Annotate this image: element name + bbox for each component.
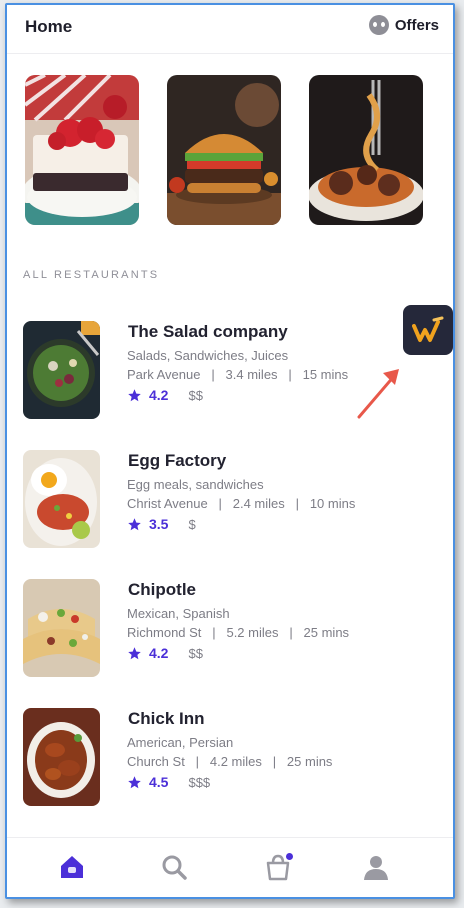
pointer-arrow-icon [357,369,399,419]
home-icon [61,856,83,878]
spaghetti-image [309,75,423,225]
cart-notification-dot [286,853,293,860]
spaghetti-banner[interactable] [309,75,423,225]
restaurant-rating: 3.5 [149,516,169,532]
rating-row: 4.2 $$ [127,645,203,661]
rating-row: 4.5 $$$ [127,774,210,790]
restaurant-location-info: Church St | 4.2 miles | 25 mins [127,754,333,769]
restaurant-name: Egg Factory [128,451,227,470]
restaurant-cuisine: American, Persian [127,735,234,750]
restaurant-card[interactable]: Chipotle Mexican, Spanish Richmond St | … [7,575,453,704]
restaurant-location-info: Christ Avenue | 2.4 miles | 10 mins [127,496,356,511]
tab-profile[interactable] [361,852,391,882]
tab-home[interactable] [57,852,87,882]
restaurant-name: Chick Inn [128,709,205,728]
restaurant-thumbnail [23,450,100,548]
rating-row: 4.2 $$ [127,387,203,403]
offers-label: Offers [394,16,439,34]
restaurant-cuisine: Salads, Sandwiches, Juices [127,348,289,363]
top-bar: Home Offers [7,5,453,49]
restaurant-location-info: Richmond St | 5.2 miles | 25 mins [127,625,350,640]
rating-row: 3.5 $ [127,516,196,532]
tab-search[interactable] [159,852,189,882]
restaurant-rating: 4.5 [149,774,169,790]
section-label: ALL RESTAURANTS [23,269,160,281]
restaurant-price: $ [188,516,196,532]
badge-logo-icon [412,316,444,342]
star-icon [128,388,141,401]
restaurant-card[interactable]: Chick Inn American, Persian Church St | … [7,704,453,833]
star-icon [128,517,141,530]
floating-app-badge[interactable] [403,305,453,355]
restaurant-price: $$ [188,645,203,661]
cake-dessert-banner[interactable] [25,75,139,225]
restaurant-thumbnail [23,321,100,419]
restaurant-name: The Salad company [128,322,288,341]
restaurant-rating: 4.2 [149,645,169,661]
restaurant-price: $$ [188,387,203,403]
burger-banner[interactable] [167,75,281,225]
cake-dessert-image [25,75,139,225]
burger-image [167,75,281,225]
offers-icon [368,15,389,35]
restaurant-rating: 4.2 [149,387,169,403]
search-icon [162,855,187,880]
offers-button[interactable]: Offers [368,15,439,35]
star-icon [128,775,141,788]
banner-carousel [25,75,423,225]
restaurant-name: Chipotle [128,580,196,599]
tab-cart[interactable] [263,852,293,882]
restaurant-cuisine: Mexican, Spanish [127,606,230,621]
app-screen: Home Offers ALL RESTAURANTS The Salad co… [5,3,455,899]
star-icon [128,646,141,659]
page-title: Home [25,17,73,36]
restaurant-thumbnail [23,708,100,806]
restaurant-thumbnail [23,579,100,677]
bottom-tab-bar [7,837,453,897]
restaurant-card[interactable]: Egg Factory Egg meals, sandwiches Christ… [7,446,453,575]
profile-icon [364,856,388,880]
restaurant-location-info: Park Avenue | 3.4 miles | 15 mins [127,367,349,382]
header-divider [7,53,453,54]
restaurant-cuisine: Egg meals, sandwiches [127,477,264,492]
restaurant-price: $$$ [188,774,211,790]
